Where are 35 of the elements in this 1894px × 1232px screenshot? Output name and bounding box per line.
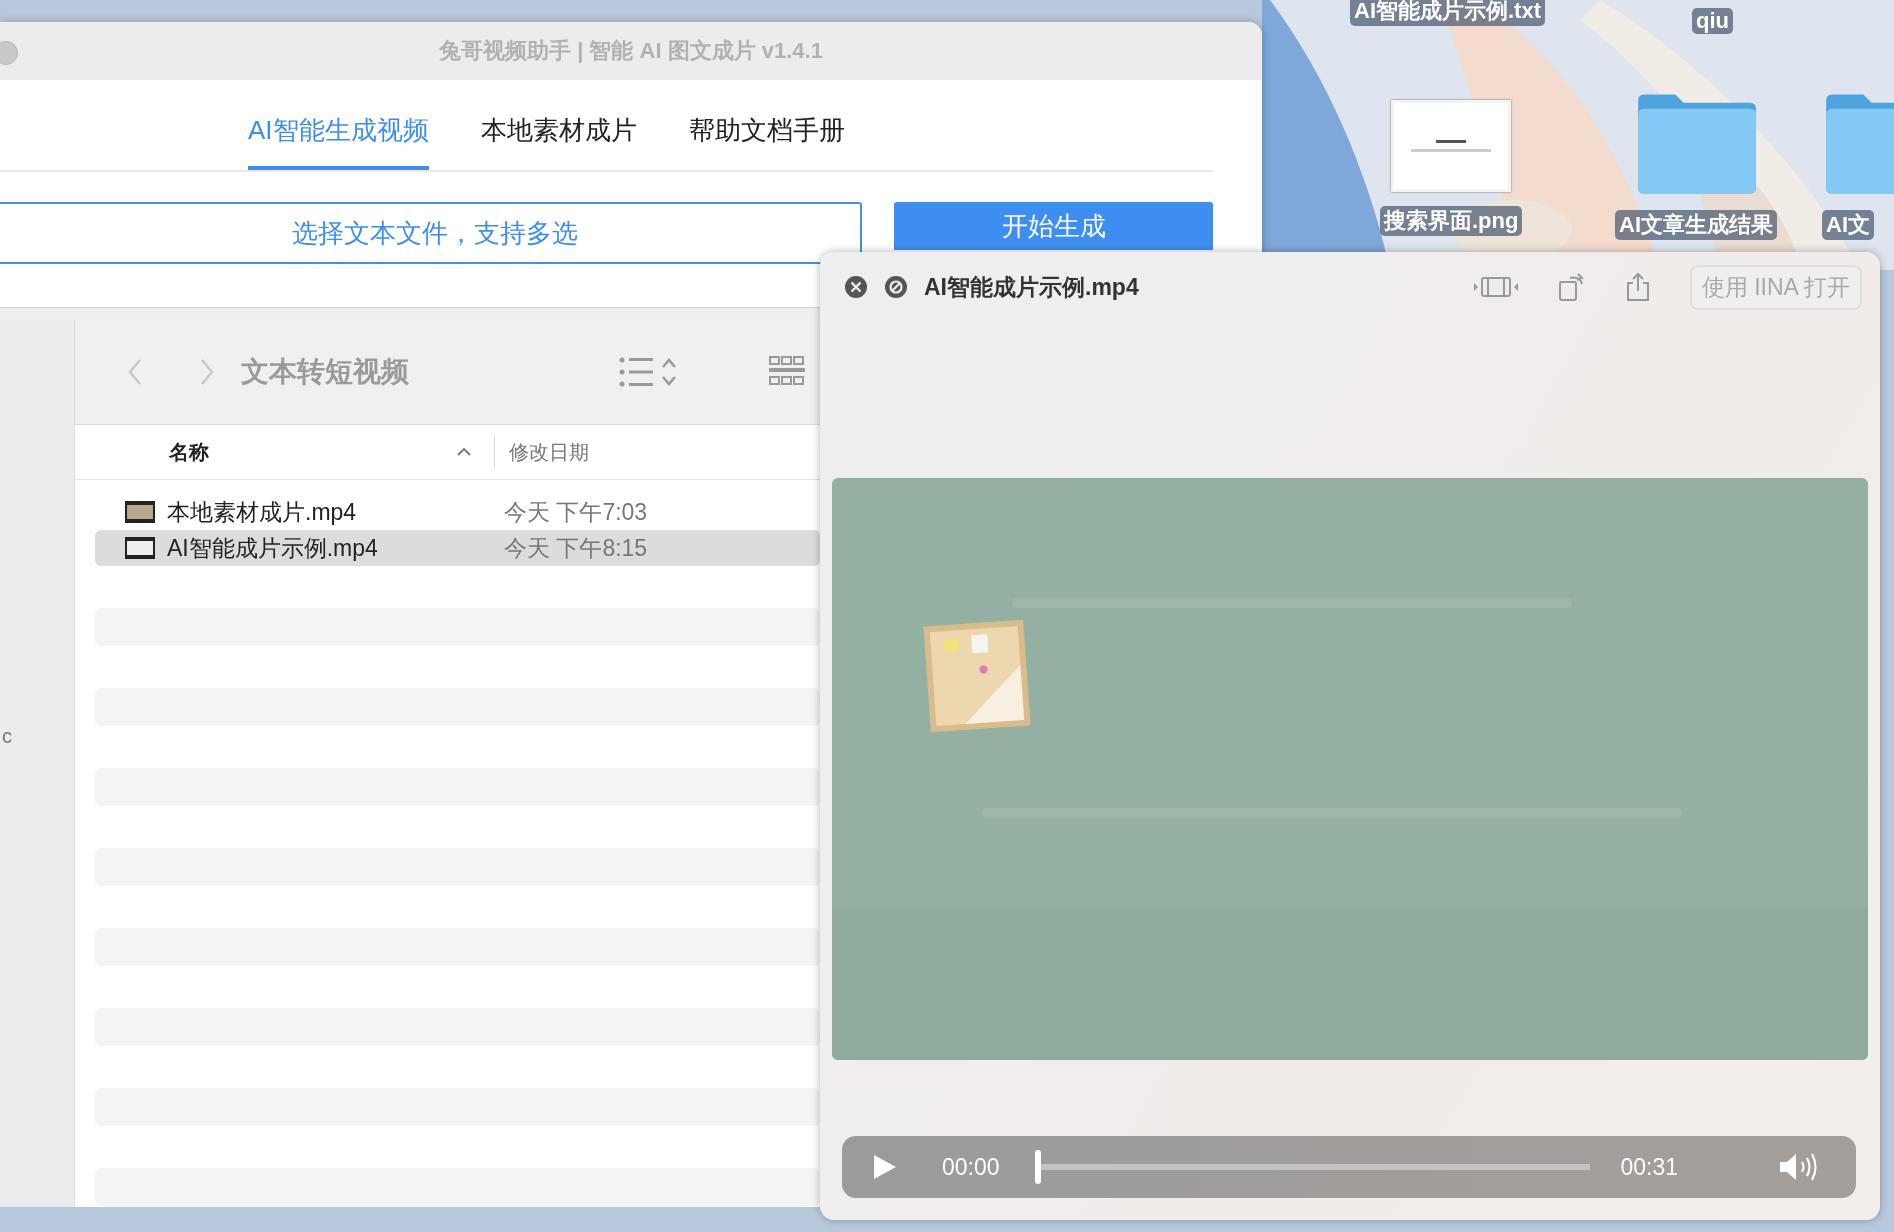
file-select-field[interactable]: 选择文本文件，支持多选 <box>0 202 862 264</box>
tab[interactable]: AI智能生成视频 <box>248 113 429 170</box>
file-row[interactable]: AI智能成片示例.mp4 今天 下午8:15 <box>95 530 820 566</box>
sidebar-item[interactable]: c <box>2 725 12 748</box>
video-file-icon <box>125 537 155 559</box>
modified-date: 今天 下午7:03 <box>504 497 648 527</box>
modified-date: 今天 下午8:15 <box>504 533 648 563</box>
image-thumbnail-icon[interactable] <box>1391 100 1512 192</box>
tab[interactable]: 本地素材成片 <box>480 113 637 170</box>
tab[interactable]: 帮助文档手册 <box>688 113 845 170</box>
desktop-icon-label[interactable]: AI文 <box>1822 210 1874 240</box>
trim-icon[interactable] <box>1471 275 1520 299</box>
desktop-icon-label[interactable]: qiu <box>1692 8 1733 34</box>
player-title: AI智能成片示例.mp4 <box>924 272 1139 302</box>
start-button[interactable]: 开始生成 <box>894 202 1213 250</box>
current-time: 00:00 <box>942 1153 1000 1181</box>
file-row[interactable]: 本地素材成片.mp4 今天 下午7:03 <box>95 494 820 530</box>
desktop-icon-label[interactable]: AI文章生成结果 <box>1615 210 1777 240</box>
duration: 00:31 <box>1620 1153 1678 1181</box>
list-view-icon[interactable] <box>619 355 679 389</box>
file-name: 本地素材成片.mp4 <box>167 497 358 527</box>
open-with-button[interactable]: 使用 IINA 打开 <box>1689 264 1862 310</box>
sort-caret-icon[interactable] <box>456 447 472 457</box>
video-file-icon <box>125 501 155 523</box>
folder-title: 文本转短视频 <box>241 355 410 389</box>
file-name: AI智能成片示例.mp4 <box>167 533 379 563</box>
close-icon[interactable] <box>844 275 868 299</box>
column-header[interactable]: 修改日期 <box>494 435 589 469</box>
desktop-icon-label[interactable]: 搜索界面.png <box>1380 206 1523 236</box>
desktop-icon-label[interactable]: AI智能成片示例.txt <box>1350 0 1545 26</box>
window-title: 兔哥视频助手 | 智能 AI 图文成片 v1.4.1 <box>439 37 823 65</box>
column-header[interactable]: 名称 <box>169 438 456 466</box>
rotate-icon[interactable] <box>1557 272 1586 302</box>
play-icon[interactable] <box>872 1153 898 1181</box>
window-control-icon[interactable] <box>0 41 18 65</box>
